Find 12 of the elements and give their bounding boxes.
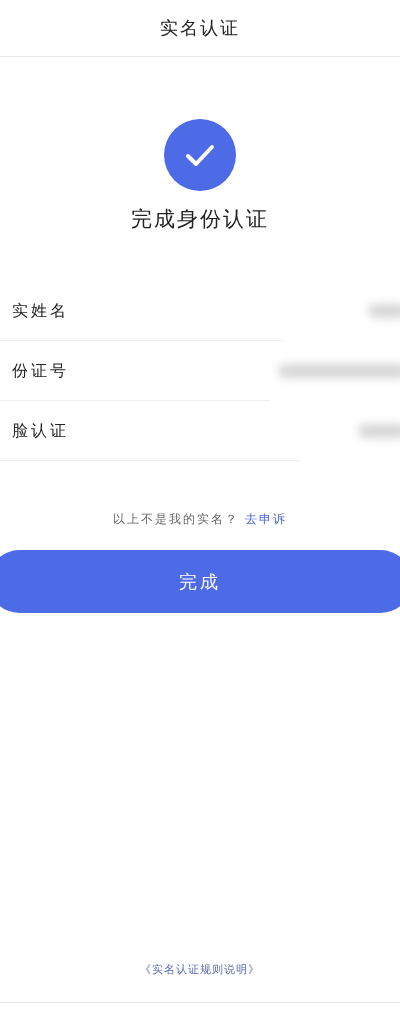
appeal-text: 以上不是我的实名？ [113,512,240,526]
rules-link[interactable]: 《实名认证规则说明》 [140,963,260,976]
blurred-value [368,304,400,318]
status-title: 完成身份认证 [131,206,269,233]
field-label: 实姓名 [11,300,69,322]
check-icon [164,119,236,191]
field-label: 份证号 [11,360,69,382]
page-title: 实名认证 [160,16,240,40]
appeal-link[interactable]: 去申诉 [244,512,287,526]
done-button[interactable]: 完成 [0,550,400,613]
blurred-value [358,424,400,438]
field-label: 脸认证 [11,420,69,442]
